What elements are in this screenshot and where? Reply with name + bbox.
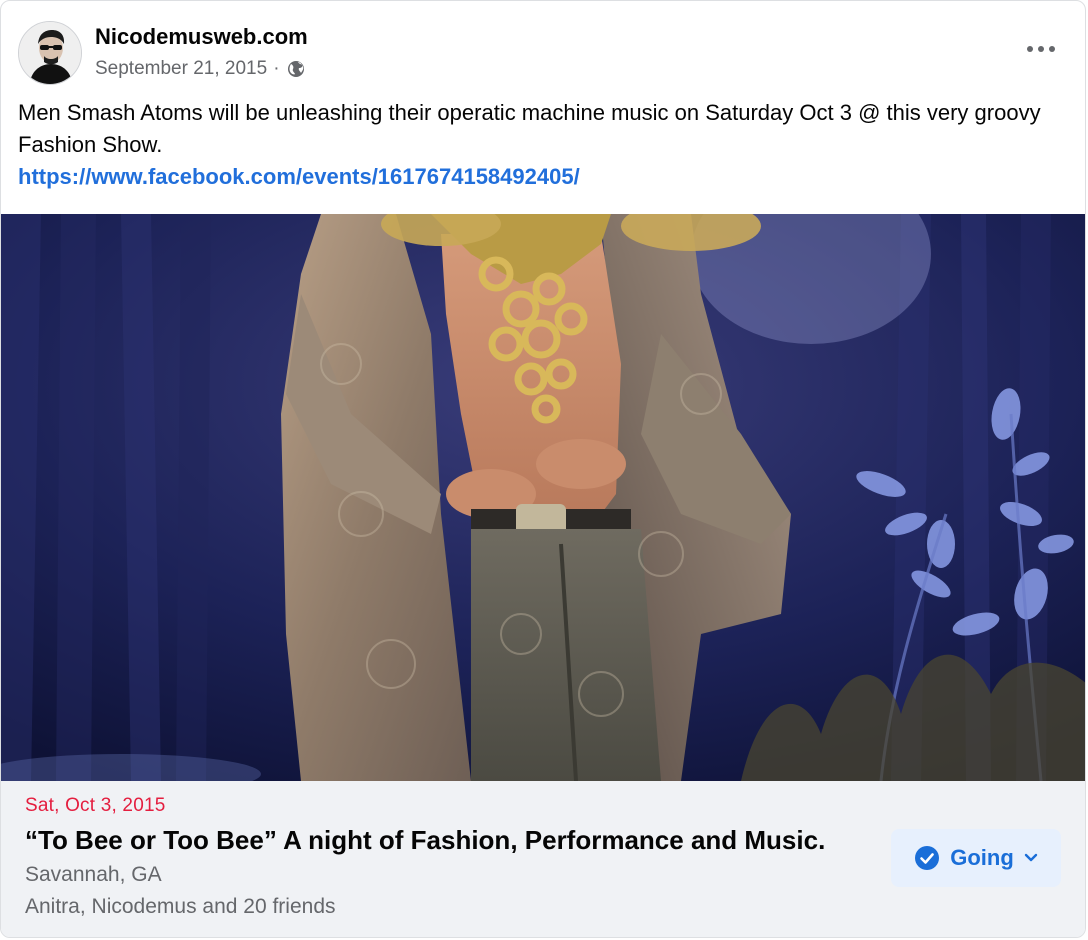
cover-image: [1, 214, 1085, 781]
post-meta: September 21, 2015 ·: [95, 58, 306, 80]
meta-separator: ·: [273, 58, 280, 79]
chevron-down-icon: [1024, 853, 1037, 862]
post-message: Men Smash Atoms will be unleashing their…: [18, 100, 1041, 157]
event-cover-photo[interactable]: [1, 214, 1085, 781]
event-footer[interactable]: Sat, Oct 3, 2015 “To Bee or Too Bee” A n…: [1, 781, 1085, 937]
more-options-button[interactable]: [1019, 29, 1063, 69]
event-date: Sat, Oct 3, 2015: [25, 795, 166, 816]
check-circle-icon: [915, 846, 940, 870]
going-rsvp-button[interactable]: Going: [891, 829, 1061, 887]
event-location: Savannah, GA: [25, 863, 162, 886]
going-label: Going: [950, 845, 1014, 870]
post-date[interactable]: September 21, 2015: [95, 58, 267, 80]
page-name[interactable]: Nicodemusweb.com: [95, 24, 308, 50]
post-body: Men Smash Atoms will be unleashing their…: [18, 97, 1058, 193]
post-card: Nicodemusweb.com September 21, 2015 · Me…: [0, 0, 1086, 938]
more-dots-icon: [1027, 46, 1055, 52]
globe-icon[interactable]: [286, 59, 306, 79]
event-link[interactable]: https://www.facebook.com/events/16176741…: [18, 161, 1058, 193]
page-avatar[interactable]: [18, 21, 82, 85]
event-title[interactable]: “To Bee or Too Bee” A night of Fashion, …: [25, 825, 825, 856]
post-header: Nicodemusweb.com September 21, 2015 ·: [1, 1, 1085, 97]
event-friends: Anitra, Nicodemus and 20 friends: [25, 895, 336, 918]
avatar-image: [19, 22, 81, 84]
